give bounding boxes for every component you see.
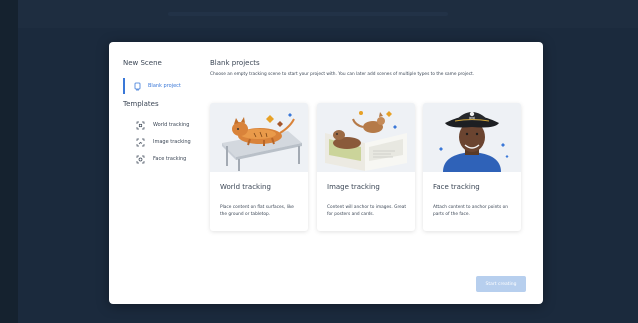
card-title: Face tracking [433,183,480,191]
sidebar-item-label: Face tracking [153,156,187,162]
image-tracking-illustration [317,103,415,172]
card-image-tracking[interactable]: Image tracking Content will anchor to im… [317,103,415,231]
card-face-tracking[interactable]: Face tracking Attach content to anchor p… [423,103,521,231]
world-tracking-illustration [210,103,308,172]
backdrop-top-bar-content [168,12,448,16]
dialog-sidebar: New Scene Blank project Templates World … [109,42,205,304]
card-title: World tracking [220,183,271,191]
sidebar-item-label: Image tracking [153,139,191,145]
card-description: Attach content to anchor points on parts… [433,205,508,217]
backdrop-left-strip [0,0,18,323]
card-title: Image tracking [327,183,380,191]
image-tracking-icon [136,138,145,147]
card-world-tracking[interactable]: World tracking Place content on flat sur… [210,103,308,231]
backdrop-top-bar [18,0,638,28]
world-tracking-icon [136,121,145,130]
card-description: Content will anchor to images. Great for… [327,205,407,217]
blank-project-icon [133,82,142,91]
sidebar-item-face-tracking[interactable]: Face tracking [136,153,186,165]
templates-heading: Templates [123,100,159,108]
card-description: Place content on flat surfaces, like the… [220,205,294,217]
sidebar-item-blank-project[interactable]: Blank project [123,78,203,94]
new-scene-dialog: New Scene Blank project Templates World … [109,42,543,304]
face-tracking-illustration [423,103,521,172]
sidebar-item-image-tracking[interactable]: Image tracking [136,136,191,148]
selected-indicator [123,78,125,94]
sidebar-title: New Scene [123,59,162,67]
sidebar-item-world-tracking[interactable]: World tracking [136,119,189,131]
main-title: Blank projects [210,59,260,67]
dialog-main: Blank projects Choose an empty tracking … [210,42,543,304]
sidebar-item-label: Blank project [148,83,181,89]
main-description: Choose an empty tracking scene to start … [210,72,475,77]
face-tracking-icon [136,155,145,164]
start-creating-button[interactable]: Start creating [476,276,526,292]
sidebar-item-label: World tracking [153,122,190,128]
